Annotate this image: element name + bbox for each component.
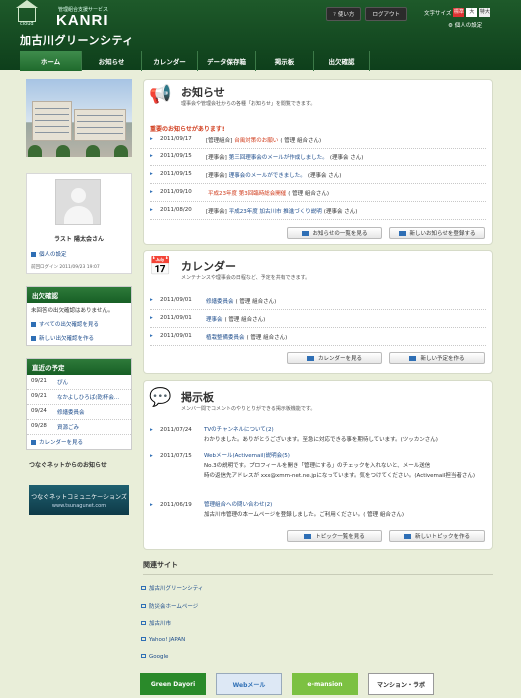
add-icon	[398, 230, 406, 236]
attendance-box: 出欠確認 未回答の出欠確認はありません。 すべての出欠確認を見る 新しい出欠確認…	[26, 286, 132, 346]
user-icon	[31, 252, 36, 257]
site-title: 加古川グリーンシティ	[20, 34, 134, 47]
list-item[interactable]: ▸ 2011/07/15 Webメール(Activemail)説明会(5) No.3…	[150, 451, 486, 481]
logout-button[interactable]: ログアウト	[365, 7, 407, 21]
list-item[interactable]: 09/21 なかよしひろば(乾杯会...	[27, 390, 131, 405]
header: cloud 管理組合支援サービス KANRI 加古川グリーンシティ ? 使い方 ロ…	[0, 0, 521, 71]
calendar-view-button[interactable]: カレンダーを見る	[287, 352, 382, 364]
external-link-icon	[141, 604, 146, 608]
font-size-label: 文字サイズ	[424, 10, 452, 17]
attendance-new-link[interactable]: 新しい出欠確認を作る	[27, 331, 131, 345]
calendar-icon	[306, 355, 314, 361]
nav-calendar[interactable]: カレンダー	[142, 51, 198, 71]
news-subtitle: 理事会や管理会社からの各種「お知らせ」を閲覧できます。	[181, 101, 316, 107]
calendar-new-button[interactable]: 新しい予定を作る	[389, 352, 485, 364]
tsunagu-heading: つなぐネットからのお知らせ	[29, 462, 107, 469]
calendar-title: カレンダー	[181, 260, 236, 273]
table-row[interactable]: ▸ 2011/09/01 植栽整備委員会( 管理 組合さん)	[150, 333, 486, 346]
add-icon	[403, 533, 411, 539]
nav-data-storage[interactable]: データ保存箱	[198, 51, 256, 71]
list-item[interactable]: ▸ 2011/06/19 管理組合への問い合わせ(2) 加古川市管理の本ームページを…	[150, 500, 486, 520]
global-nav: ホーム お知らせ カレンダー データ保存箱 掲示板 出欠確認	[20, 51, 370, 71]
external-link-icon	[141, 654, 146, 658]
news-new-button[interactable]: 新しいお知らせを登録する	[389, 227, 485, 239]
list-item[interactable]: 09/24 修繕委員会	[27, 405, 131, 420]
font-size-normal[interactable]: 標準	[453, 8, 465, 17]
attendance-message: 未回答の出欠確認はありません。	[31, 308, 114, 314]
board-new-button[interactable]: 新しいトピックを作る	[389, 530, 485, 542]
schedule-box: 直近の予定 09/21 ぴん 09/21 なかよしひろば(乾杯会... 09/24 修…	[26, 358, 132, 450]
list-icon	[31, 322, 36, 327]
board-subtitle: メンバー間でコメントのやりとりができる掲示板機能です。	[181, 406, 316, 412]
list-item[interactable]: ▸ 2011/07/24 TVのチャンネルについて(2) わかりました。ありがとうご…	[150, 425, 486, 445]
profile-name: ラスト 陽太会さん	[54, 236, 104, 243]
banner-green-dayori[interactable]: Green Dayori	[140, 673, 206, 695]
related-link[interactable]: Google	[141, 654, 168, 660]
calendar-view-link[interactable]: カレンダーを見る	[27, 435, 131, 449]
last-login: 前回ログイン 2011/09/23 19:07	[31, 265, 100, 270]
nav-home[interactable]: ホーム	[20, 51, 82, 71]
nav-attendance[interactable]: 出欠確認	[314, 51, 370, 71]
banner-webmail[interactable]: Webメール	[216, 673, 282, 695]
calendar-icon	[31, 440, 36, 445]
important-notice: 重要のお知らせがあります!	[150, 126, 225, 133]
list-item[interactable]: 09/21 ぴん	[27, 375, 131, 390]
calendar-subtitle: メンテナンスや理事会の日程など、予定を共有できます。	[181, 275, 311, 281]
schedule-heading: 直近の予定	[27, 359, 131, 375]
nav-board[interactable]: 掲示板	[256, 51, 314, 71]
list-item[interactable]: 09/28 資源ごみ	[27, 420, 131, 435]
external-link-icon	[141, 637, 146, 641]
banner-mansion-labo[interactable]: マンション・ラボ	[368, 673, 434, 695]
tsunagu-banner[interactable]: つなぐネットコミュニケーションズ www.tsunagunet.com	[29, 485, 129, 515]
related-link[interactable]: Yahoo! JAPAN	[141, 637, 185, 643]
list-icon	[304, 533, 312, 539]
house-icon	[16, 0, 38, 22]
help-icon: ?	[333, 12, 336, 18]
related-link[interactable]: 加古川グリーンシティ	[141, 584, 203, 592]
list-icon	[301, 230, 309, 236]
banner-e-mansion[interactable]: e-mansion	[292, 673, 358, 695]
font-size-large[interactable]: 大	[466, 8, 478, 17]
megaphone-icon: 📢	[149, 84, 172, 105]
avatar	[55, 179, 101, 225]
news-title: お知らせ	[181, 86, 225, 99]
header-buttons: ? 使い方 ログアウト	[326, 7, 407, 21]
external-link-icon	[141, 621, 146, 625]
related-link[interactable]: 防災会ホームページ	[141, 602, 198, 610]
nav-news[interactable]: お知らせ	[82, 51, 142, 71]
attendance-all-link[interactable]: すべての出欠確認を見る	[27, 317, 131, 331]
banner-row: Green Dayori Webメール e-mansion マンション・ラボ	[140, 673, 434, 695]
building-photo	[26, 79, 132, 157]
profile-settings-link[interactable]: 個人の設定	[31, 250, 67, 258]
table-row[interactable]: ▸ 2011/08/20 [理事会] 平成23年度 加古川市 推進づくり説明 (理事会 …	[150, 207, 486, 220]
related-link[interactable]: 加古川市	[141, 619, 171, 627]
related-sites-heading: 関連サイト	[143, 560, 493, 575]
calendar-icon: 📅	[149, 256, 172, 277]
table-row[interactable]: ▸ 2011/09/01 修繕委員会( 管理 組合さん)	[150, 297, 486, 310]
help-button[interactable]: ? 使い方	[326, 7, 362, 21]
attendance-heading: 出欠確認	[27, 287, 131, 303]
left-column: ラスト 陽太会さん 個人の設定 前回ログイン 2011/09/23 19:07 …	[21, 79, 134, 689]
add-icon	[31, 336, 36, 341]
table-row[interactable]: ▸ 2011/09/10 平成23年度 第3回臨時総会開催( 管理 組合さん)	[150, 189, 486, 202]
table-row[interactable]: ▸ 2011/09/15 [理事会] 第三回理事会のメールが作成しました。 (理事会 さ…	[150, 153, 486, 166]
add-icon	[409, 355, 417, 361]
font-size-xlarge[interactable]: 特大	[479, 8, 491, 17]
table-row[interactable]: ▸ 2011/09/17 [管理組合] 台風対策のお願い( 管理 組合さん)	[150, 136, 486, 149]
news-list-button[interactable]: お知らせの一覧を見る	[287, 227, 382, 239]
table-row[interactable]: ▸ 2011/09/15 [理事会] 理事会のメールができました。 (理事会 さん)	[150, 171, 486, 184]
table-row[interactable]: ▸ 2011/09/01 理事会( 管理 組合さん)	[150, 315, 486, 328]
external-link-icon	[141, 586, 146, 590]
chat-bubble-icon: 💬	[149, 387, 172, 408]
board-title: 掲示板	[181, 391, 214, 404]
logo-cloud-text: cloud	[20, 21, 34, 27]
logo-main: KANRI	[56, 12, 109, 29]
personal-settings-link[interactable]: ⚙ 個人の設定	[448, 21, 482, 29]
board-list-button[interactable]: トピック一覧を見る	[287, 530, 382, 542]
profile-card: ラスト 陽太会さん 個人の設定 前回ログイン 2011/09/23 19:07	[26, 173, 132, 274]
font-size-switcher: 文字サイズ 標準 大 特大	[424, 8, 491, 17]
gear-icon: ⚙	[448, 23, 455, 29]
